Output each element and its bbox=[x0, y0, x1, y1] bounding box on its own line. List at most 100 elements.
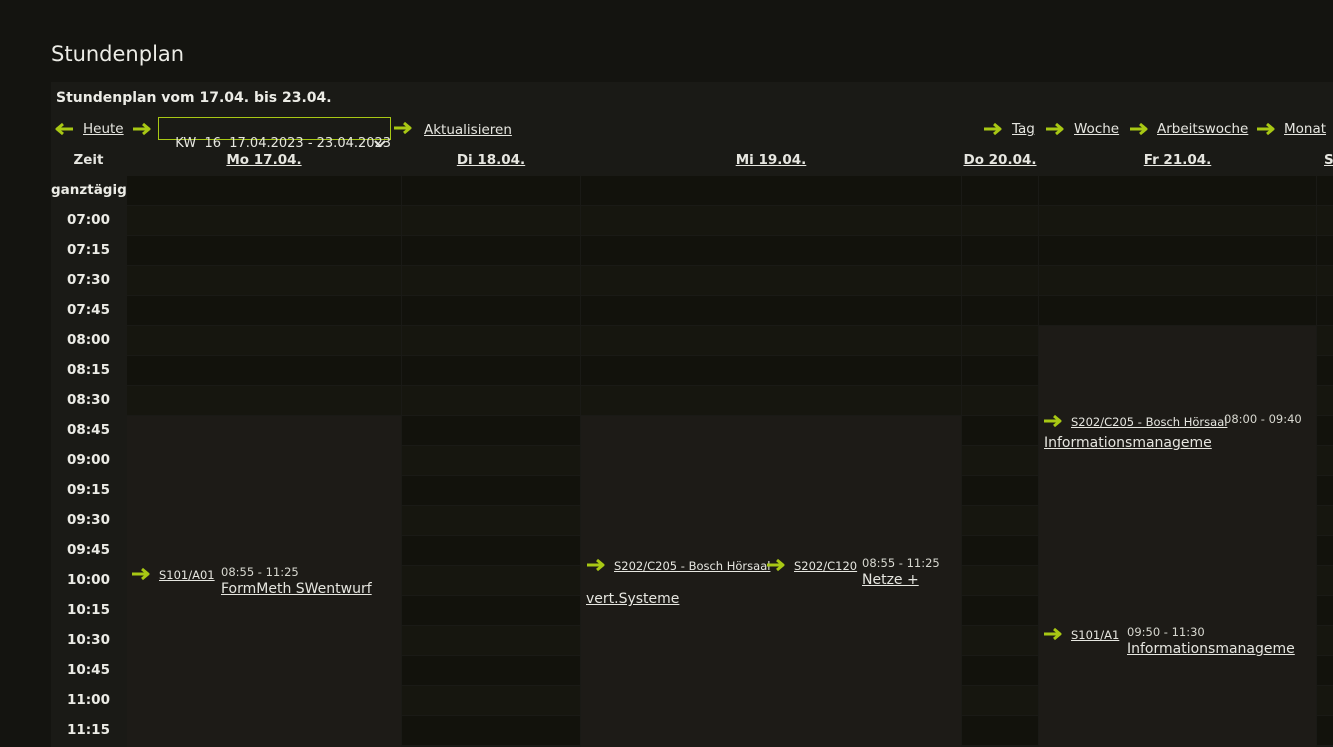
day-header-di[interactable]: Di 18.04. bbox=[402, 152, 580, 168]
time-slot-cell[interactable] bbox=[581, 206, 961, 235]
time-slot-cell[interactable] bbox=[402, 386, 580, 415]
time-slot-cell[interactable] bbox=[1317, 206, 1333, 235]
time-slot-cell[interactable] bbox=[962, 476, 1038, 505]
week-select[interactable]: KW 16 17.04.2023 - 23.04.2023 bbox=[158, 117, 391, 151]
day-header-fr[interactable]: Fr 21.04. bbox=[1039, 152, 1316, 168]
event-room-link[interactable]: S101/A01 bbox=[159, 568, 215, 582]
allday-cell[interactable] bbox=[1039, 176, 1316, 205]
time-slot-cell[interactable] bbox=[402, 326, 580, 355]
time-slot-cell[interactable] bbox=[402, 536, 580, 565]
event-room-link[interactable]: S202/C120 bbox=[794, 559, 857, 573]
time-slot-cell[interactable] bbox=[1317, 296, 1333, 325]
time-slot-cell[interactable] bbox=[962, 356, 1038, 385]
time-slot-cell[interactable] bbox=[962, 686, 1038, 715]
time-slot-cell[interactable] bbox=[581, 296, 961, 325]
time-slot-cell[interactable] bbox=[402, 446, 580, 475]
time-slot-cell[interactable] bbox=[962, 506, 1038, 535]
view-month-link[interactable]: Monat bbox=[1284, 121, 1326, 137]
time-slot-cell[interactable] bbox=[962, 716, 1038, 745]
time-slot-cell[interactable] bbox=[402, 686, 580, 715]
time-slot-cell[interactable] bbox=[962, 626, 1038, 655]
time-slot-cell[interactable] bbox=[962, 446, 1038, 475]
time-slot-cell[interactable] bbox=[1317, 626, 1333, 655]
time-slot-cell[interactable] bbox=[962, 566, 1038, 595]
time-slot-cell[interactable] bbox=[1317, 596, 1333, 625]
day-header-sa[interactable]: Sa bbox=[1324, 152, 1333, 168]
time-slot-cell[interactable] bbox=[962, 236, 1038, 265]
refresh-link[interactable]: Aktualisieren bbox=[424, 122, 512, 138]
time-slot-cell[interactable] bbox=[1039, 266, 1316, 295]
time-slot-cell[interactable] bbox=[1317, 566, 1333, 595]
time-slot-cell[interactable] bbox=[127, 206, 401, 235]
time-slot-cell[interactable] bbox=[1317, 536, 1333, 565]
time-slot-cell[interactable] bbox=[402, 416, 580, 445]
time-slot-cell[interactable] bbox=[1317, 416, 1333, 445]
time-slot-cell[interactable] bbox=[1317, 386, 1333, 415]
time-slot-cell[interactable] bbox=[962, 656, 1038, 685]
event-room-link[interactable]: S202/C205 - Bosch Hörsaal bbox=[1071, 415, 1227, 429]
time-slot-cell[interactable] bbox=[1317, 326, 1333, 355]
time-slot-cell[interactable] bbox=[962, 326, 1038, 355]
day-header-mi[interactable]: Mi 19.04. bbox=[581, 152, 961, 168]
allday-cell[interactable] bbox=[581, 176, 961, 205]
time-slot-cell[interactable] bbox=[581, 356, 961, 385]
day-header-do[interactable]: Do 20.04. bbox=[962, 152, 1038, 168]
today-link[interactable]: Heute bbox=[83, 121, 124, 137]
allday-cell[interactable] bbox=[402, 176, 580, 205]
event-title-link[interactable]: Netze + bbox=[862, 572, 919, 588]
time-slot-cell[interactable] bbox=[402, 476, 580, 505]
time-slot-cell[interactable] bbox=[962, 206, 1038, 235]
time-slot-cell[interactable] bbox=[402, 206, 580, 235]
event-title-link[interactable]: Informationsmanageme bbox=[1044, 435, 1212, 451]
view-day-link[interactable]: Tag bbox=[1012, 121, 1035, 137]
time-slot-cell[interactable] bbox=[581, 326, 961, 355]
time-slot-cell[interactable] bbox=[402, 236, 580, 265]
time-slot-cell[interactable] bbox=[1317, 266, 1333, 295]
time-slot-cell[interactable] bbox=[402, 716, 580, 745]
view-workweek-link[interactable]: Arbeitswoche bbox=[1157, 121, 1248, 137]
time-slot-cell[interactable] bbox=[581, 386, 961, 415]
event-room-link[interactable]: S202/C205 - Bosch Hörsaal bbox=[614, 559, 770, 573]
time-slot-cell[interactable] bbox=[962, 296, 1038, 325]
time-slot-cell[interactable] bbox=[962, 416, 1038, 445]
time-slot-cell[interactable] bbox=[1039, 296, 1316, 325]
time-slot-cell[interactable] bbox=[1317, 506, 1333, 535]
allday-cell[interactable] bbox=[127, 176, 401, 205]
time-slot-cell[interactable] bbox=[1317, 716, 1333, 745]
time-slot-cell[interactable] bbox=[1317, 446, 1333, 475]
time-slot-cell[interactable] bbox=[962, 266, 1038, 295]
event-title-link[interactable]: vert.Systeme bbox=[586, 591, 679, 607]
time-slot-cell[interactable] bbox=[581, 236, 961, 265]
time-slot-cell[interactable] bbox=[127, 386, 401, 415]
time-slot-cell[interactable] bbox=[127, 266, 401, 295]
time-slot-cell[interactable] bbox=[402, 356, 580, 385]
time-slot-cell[interactable] bbox=[402, 596, 580, 625]
time-slot-cell[interactable] bbox=[962, 386, 1038, 415]
time-slot-cell[interactable] bbox=[1039, 206, 1316, 235]
event-block-fr[interactable] bbox=[1039, 326, 1316, 747]
time-slot-cell[interactable] bbox=[581, 266, 961, 295]
time-slot-cell[interactable] bbox=[127, 236, 401, 265]
time-slot-cell[interactable] bbox=[1317, 476, 1333, 505]
allday-cell[interactable] bbox=[962, 176, 1038, 205]
time-slot-cell[interactable] bbox=[1317, 236, 1333, 265]
time-slot-cell[interactable] bbox=[402, 656, 580, 685]
time-slot-cell[interactable] bbox=[127, 326, 401, 355]
time-slot-cell[interactable] bbox=[402, 266, 580, 295]
event-title-link[interactable]: FormMeth SWentwurf bbox=[221, 581, 372, 597]
day-header-mo[interactable]: Mo 17.04. bbox=[127, 152, 401, 168]
time-slot-cell[interactable] bbox=[1039, 236, 1316, 265]
time-slot-cell[interactable] bbox=[402, 566, 580, 595]
allday-cell[interactable] bbox=[1317, 176, 1333, 205]
time-slot-cell[interactable] bbox=[1317, 686, 1333, 715]
arrow-left-icon[interactable] bbox=[54, 122, 74, 136]
event-title-link[interactable]: Informationsmanageme bbox=[1127, 641, 1295, 657]
time-slot-cell[interactable] bbox=[1317, 656, 1333, 685]
time-slot-cell[interactable] bbox=[127, 356, 401, 385]
time-slot-cell[interactable] bbox=[962, 536, 1038, 565]
time-slot-cell[interactable] bbox=[1317, 356, 1333, 385]
time-slot-cell[interactable] bbox=[402, 506, 580, 535]
time-slot-cell[interactable] bbox=[402, 296, 580, 325]
event-room-link[interactable]: S101/A1 bbox=[1071, 628, 1119, 642]
time-slot-cell[interactable] bbox=[127, 296, 401, 325]
